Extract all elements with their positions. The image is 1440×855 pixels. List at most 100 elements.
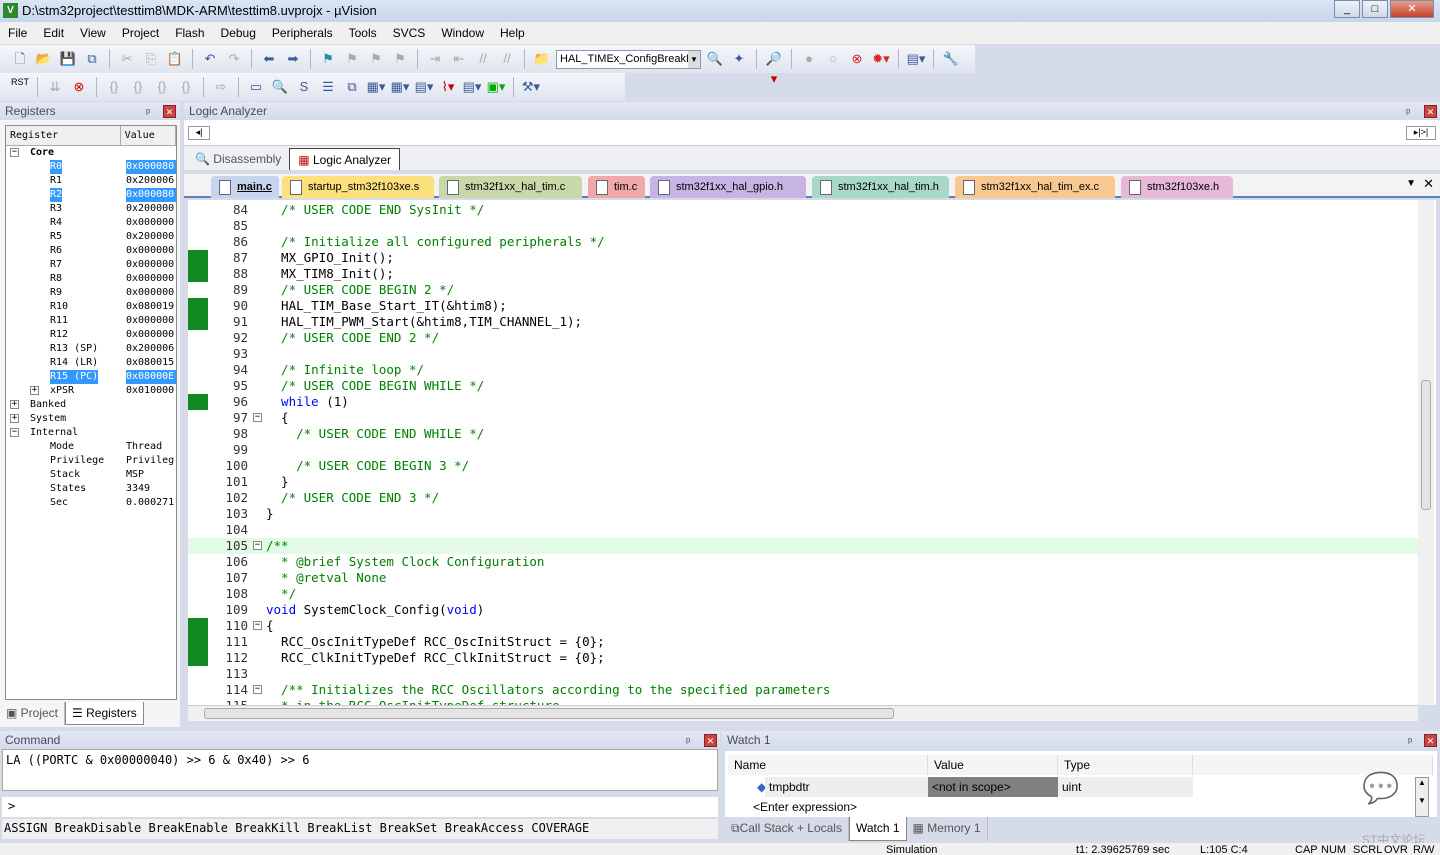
copy-icon[interactable]: ⎘ [141,49,161,69]
unindent-icon[interactable]: ⇤ [449,49,469,69]
logic-analyzer-waveform[interactable]: ◂| ▸|>| [184,120,1440,146]
register-row[interactable]: Sec 0.000271 [6,496,176,510]
nav-forward-icon[interactable]: ➡ [283,49,303,69]
menu-view[interactable]: View [72,26,114,40]
register-value[interactable]: 0x200000 [126,230,174,244]
column-value[interactable]: Value [928,755,1058,775]
scroll-right-icon[interactable]: ▸|>| [1406,126,1436,140]
column-value[interactable]: Value [121,126,176,145]
command-input[interactable]: > [2,797,718,817]
code-line[interactable]: 101 } [188,474,1418,490]
registers-window-icon[interactable]: ☰ [318,77,338,97]
tree-node-banked[interactable]: + Banked [6,398,176,412]
register-value[interactable]: 0x200006 [126,174,174,188]
minimize-button[interactable]: _ [1334,0,1360,18]
file-tab[interactable]: tim.c [588,176,645,198]
code-line[interactable]: 89 /* USER CODE BEGIN 2 */ [188,282,1418,298]
toolbox-icon[interactable]: ⚒▾ [521,77,541,97]
step-out-icon[interactable]: {} [152,77,172,97]
register-value[interactable]: 0x000000 [126,216,174,230]
register-row[interactable]: R1 0x200006 [6,174,176,188]
file-tab[interactable]: stm32f103xe.h [1121,176,1233,198]
tab-logic-analyzer[interactable]: ▦ Logic Analyzer [289,148,401,170]
register-row[interactable]: R7 0x000000 [6,258,176,272]
column-register[interactable]: Register [6,126,121,145]
menu-debug[interactable]: Debug [213,26,264,40]
register-row[interactable]: R3 0x200000 [6,202,176,216]
scroll-left-icon[interactable]: ◂| [188,126,210,140]
code-line[interactable]: 84 /* USER CODE END SysInit */ [188,202,1418,218]
tab-call-stack[interactable]: ⧉Call Stack + Locals [725,817,849,841]
close-panel-icon[interactable]: ✕ [704,734,717,747]
reset-button[interactable]: RST [10,77,30,97]
register-value[interactable]: 0x200000 [126,202,174,216]
tab-memory1[interactable]: ▦ Memory 1 [907,817,988,841]
register-value[interactable]: 0x010000 [126,384,174,398]
menu-file[interactable]: File [0,26,35,40]
menu-svcs[interactable]: SVCS [385,26,434,40]
paste-icon[interactable]: 📋 [165,49,185,69]
open-folder-icon[interactable]: 📂 [34,49,54,69]
code-line[interactable]: 111 RCC_OscInitTypeDef RCC_OscInitStruct… [188,634,1418,650]
analysis-windows-icon[interactable]: ⌇▾ [438,77,458,97]
register-row[interactable]: R8 0x000000 [6,272,176,286]
column-type[interactable]: Type [1058,755,1193,775]
code-line[interactable]: 109 void SystemClock_Config(void) [188,602,1418,618]
debug-session-icon[interactable]: 🔎▾ [764,49,784,86]
menu-flash[interactable]: Flash [167,26,212,40]
menu-peripherals[interactable]: Peripherals [264,26,341,40]
run-icon[interactable]: ⇊ [45,77,65,97]
memory-windows-icon[interactable]: ▦▾ [390,77,410,97]
breakpoint-enable-icon[interactable]: ○ [823,49,843,69]
menu-tools[interactable]: Tools [341,26,385,40]
close-panel-icon[interactable]: ✕ [1424,734,1437,747]
register-value[interactable]: 0x000000 [126,272,174,286]
register-value[interactable]: 0x080019 [126,300,174,314]
bookmark-icon[interactable]: ⚑ [318,49,338,69]
save-icon[interactable]: 💾 [58,49,78,69]
breakpoint-insert-icon[interactable]: ● [799,49,819,69]
uncomment-icon[interactable]: // [497,49,517,69]
code-line[interactable]: 105−/** [188,538,1418,554]
system-viewer-icon[interactable]: ▣▾ [486,77,506,97]
register-row[interactable]: R15 (PC) 0x08000E [6,370,176,384]
editor-horizontal-scrollbar[interactable] [188,705,1418,721]
register-value[interactable]: 0x000080 [126,160,176,174]
register-row[interactable]: R9 0x000000 [6,286,176,300]
file-tab[interactable]: main.c [211,176,279,198]
code-line[interactable]: 90 HAL_TIM_Base_Start_IT(&htim8); [188,298,1418,314]
file-tab[interactable]: stm32f1xx_hal_tim.h [812,176,949,198]
clear-bookmarks-icon[interactable]: ⚑ [390,49,410,69]
step-over-icon[interactable]: {} [128,77,148,97]
collapse-icon[interactable]: − [10,428,19,437]
undo-icon[interactable]: ↶ [200,49,220,69]
window-layout-icon[interactable]: ▤▾ [906,49,926,69]
register-row[interactable]: R2 0x000080 [6,188,176,202]
register-value[interactable]: 0x08000E [126,370,176,384]
menu-project[interactable]: Project [114,26,167,40]
file-tab[interactable]: stm32f1xx_hal_tim.c [439,176,582,198]
register-row[interactable]: R13 (SP) 0x200006 [6,342,176,356]
register-value[interactable]: 0x000080 [126,188,176,202]
menu-window[interactable]: Window [433,26,492,40]
expand-icon[interactable]: + [10,414,19,423]
chevron-down-icon[interactable]: ▼ [688,50,700,68]
prev-bookmark-icon[interactable]: ⚑ [342,49,362,69]
command-window-icon[interactable]: ▭ [246,77,266,97]
code-line[interactable]: 103} [188,506,1418,522]
register-row[interactable]: R14 (LR) 0x080015 [6,356,176,370]
find-combo[interactable]: HAL_TIMEx_ConfigBreakD ▼ [556,49,701,69]
code-line[interactable]: 102 /* USER CODE END 3 */ [188,490,1418,506]
configure-icon[interactable]: 🔧 [941,49,961,69]
close-tab-icon[interactable]: ✕ [1423,176,1434,192]
code-line[interactable]: 108 */ [188,586,1418,602]
register-row[interactable]: R4 0x000000 [6,216,176,230]
register-row[interactable]: States 3349 [6,482,176,496]
register-value[interactable]: 0.000271 [126,496,174,510]
register-row[interactable]: R6 0x000000 [6,244,176,258]
run-to-cursor-icon[interactable]: {} [176,77,196,97]
register-tree[interactable]: Register Value − Core R0 0x000080 R1 0x200006 R… [5,125,177,700]
code-line[interactable]: 112 RCC_ClkInitTypeDef RCC_ClkInitStruct… [188,650,1418,666]
tab-watch1[interactable]: Watch 1 [848,817,907,841]
fold-toggle-icon[interactable]: − [253,685,262,694]
